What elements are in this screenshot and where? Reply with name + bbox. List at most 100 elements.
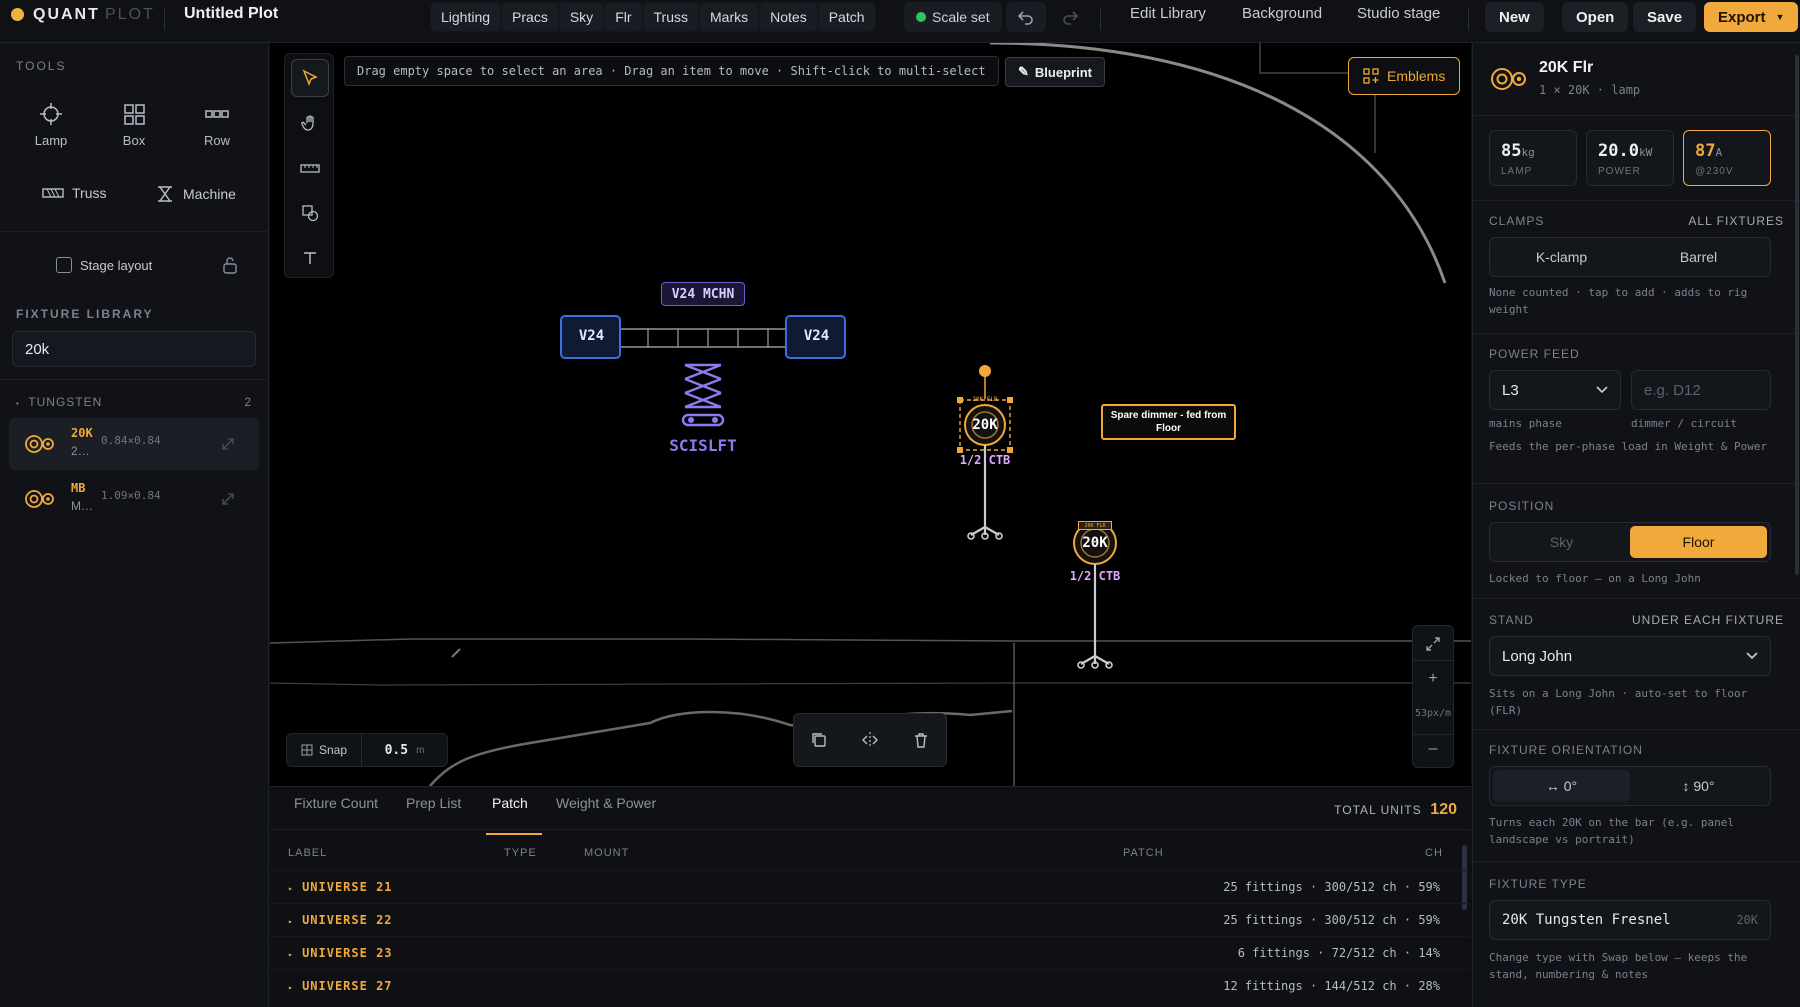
chevron-down-icon	[1596, 386, 1608, 394]
fixture-gel-label: 1/2 CTB	[959, 453, 1011, 467]
stage-layout-checkbox[interactable]: Stage layout	[56, 257, 152, 273]
tab-sky[interactable]: Sky	[559, 3, 604, 31]
column-header-ch[interactable]: CH	[1425, 847, 1443, 859]
status-dot-icon	[916, 12, 926, 22]
fresnel-icon	[25, 435, 54, 453]
tab-patch[interactable]: Patch	[818, 3, 875, 31]
position-option-floor[interactable]: Floor	[1630, 526, 1767, 558]
inspector-subtitle: 1 × 20K · lamp	[1539, 83, 1641, 97]
table-row[interactable]: ▸ UNIVERSE 27 12 fittings · 144/512 ch ·…	[270, 969, 1470, 1001]
tab-lighting[interactable]: Lighting	[431, 3, 501, 31]
tab-pracs[interactable]: Pracs	[502, 3, 558, 31]
row-patch: 12 fittings · 144/512 ch · 28%	[1223, 979, 1440, 993]
fresnel-icon	[1491, 68, 1526, 90]
fixture-type-field[interactable]: 20K Tungsten Fresnel 20K	[1489, 900, 1771, 940]
circuit-input[interactable]: e.g. D12	[1631, 370, 1771, 410]
edit-library-link[interactable]: Edit Library	[1130, 5, 1206, 22]
library-item-name: MB	[71, 481, 86, 495]
snap-toggle[interactable]: Snap	[287, 734, 363, 766]
tab-notes[interactable]: Notes	[760, 3, 817, 31]
position-note: Locked to floor — on a Long John	[1489, 572, 1701, 585]
tab-truss[interactable]: Truss	[643, 3, 698, 31]
library-item-dims: 1.09×0.84	[101, 489, 161, 502]
background-link[interactable]: Background	[1242, 5, 1322, 22]
trash-icon[interactable]	[912, 731, 930, 749]
phase-select[interactable]: L3	[1489, 370, 1621, 410]
studio-stage-link[interactable]: Studio stage	[1357, 5, 1440, 22]
document-title[interactable]: Untitled Plot	[184, 5, 278, 23]
unlock-icon[interactable]	[222, 256, 238, 274]
orientation-option-90[interactable]: ↕ 90°	[1630, 770, 1767, 802]
crosshair-icon	[40, 103, 62, 125]
row-patch: 25 fittings · 300/512 ch · 59%	[1223, 880, 1440, 894]
position-option-sky[interactable]: Sky	[1493, 526, 1630, 558]
flip-icon[interactable]	[860, 731, 880, 749]
stand-note: Sits on a Long John · auto-set to floor …	[1489, 687, 1748, 717]
redo-button[interactable]	[1050, 2, 1090, 32]
scrollbar[interactable]	[1795, 55, 1799, 575]
clamp-selector: K-clamp Barrel	[1489, 237, 1771, 277]
scissor-lift-symbol[interactable]	[680, 363, 726, 437]
clamp-option-kclamp[interactable]: K-clamp	[1493, 241, 1630, 273]
snap-control: Snap 0.5 m	[286, 733, 448, 767]
plot-canvas[interactable]: Drag empty space to select an area · Dra…	[270, 43, 1471, 786]
expand-icon[interactable]	[221, 437, 235, 451]
pan-tool-button[interactable]	[291, 104, 329, 142]
table-row[interactable]: ▸ UNIVERSE 23 6 fittings · 72/512 ch · 1…	[270, 936, 1470, 968]
orientation-option-0[interactable]: ↔ 0°	[1493, 770, 1630, 802]
undo-button[interactable]	[1006, 2, 1046, 32]
table-row[interactable]: ▸ UNIVERSE 22 25 fittings · 300/512 ch ·…	[270, 903, 1470, 935]
clamp-option-barrel[interactable]: Barrel	[1630, 241, 1767, 273]
fit-view-icon[interactable]	[1425, 636, 1441, 652]
blueprint-button[interactable]: ✎ Blueprint	[1005, 57, 1105, 87]
duplicate-icon[interactable]	[810, 731, 828, 749]
table-row[interactable]: ▸ UNIVERSE 21 25 fittings · 300/512 ch ·…	[270, 870, 1470, 902]
power-unit: kW	[1638, 146, 1653, 159]
tungsten-group-header[interactable]: ▪ TUNGSTEN 2	[16, 395, 252, 409]
select-tool-button[interactable]	[291, 59, 329, 97]
scale-status-button[interactable]: Scale set	[904, 2, 1002, 32]
current-value: 87	[1695, 141, 1716, 161]
tab-marks[interactable]: Marks	[700, 3, 759, 31]
row-patch: 6 fittings · 72/512 ch · 14%	[1237, 946, 1440, 960]
zoom-out-button[interactable]: –	[1413, 740, 1453, 758]
machine-tool[interactable]: Machine	[155, 184, 236, 204]
save-button[interactable]: Save	[1633, 2, 1697, 32]
box-tool[interactable]: Box	[94, 101, 174, 148]
note-card[interactable]: Spare dimmer - fed from Floor	[1101, 404, 1236, 440]
selection-action-bar	[793, 713, 947, 767]
universe-name: UNIVERSE 21	[302, 880, 393, 894]
zoom-in-button[interactable]: +	[1413, 670, 1453, 688]
power-value: 20.0	[1598, 141, 1639, 161]
lamp-tool[interactable]: Lamp	[11, 101, 91, 148]
column-header-mount[interactable]: MOUNT	[584, 847, 629, 859]
expand-icon[interactable]	[221, 492, 235, 506]
library-item[interactable]: MB M… 1.09×0.84	[9, 473, 259, 525]
column-header-label[interactable]: LABEL	[288, 847, 327, 859]
measure-tool-button[interactable]	[291, 149, 329, 187]
fixture-tag: 20K FLR	[1078, 521, 1112, 530]
truss-tool[interactable]: Truss	[42, 185, 106, 201]
column-header-patch[interactable]: PATCH	[1123, 847, 1164, 859]
text-tool-button[interactable]	[291, 239, 329, 277]
column-header-type[interactable]: TYPE	[504, 847, 537, 859]
snap-value-field[interactable]: 0.5 m	[362, 743, 447, 758]
pointer-icon	[302, 69, 318, 87]
tab-flr[interactable]: Flr	[605, 3, 642, 31]
row-tool[interactable]: Row	[177, 101, 257, 148]
total-units-label: TOTAL UNITS	[1334, 803, 1422, 817]
new-button[interactable]: New	[1485, 2, 1544, 32]
library-item[interactable]: 20K 2… 0.84×0.84	[9, 418, 259, 470]
export-button[interactable]: Export ▼	[1704, 2, 1799, 32]
emblems-button[interactable]: Emblems	[1348, 57, 1461, 95]
machine-label[interactable]: V24 MCHN	[661, 282, 745, 306]
divider	[1468, 8, 1469, 30]
top-bar: QUANT PLOT Untitled Plot Lighting Pracs …	[0, 0, 1800, 43]
fixture-search-input[interactable]: 20k	[12, 331, 256, 367]
brand-suffix: PLOT	[105, 6, 155, 23]
shapes-tool-button[interactable]	[291, 194, 329, 232]
stand-select[interactable]: Long John	[1489, 636, 1771, 676]
open-button[interactable]: Open	[1562, 2, 1629, 32]
group-name: TUNGSTEN	[28, 395, 103, 409]
orientation-note: Turns each 20K on the bar (e.g. panel la…	[1489, 816, 1735, 846]
